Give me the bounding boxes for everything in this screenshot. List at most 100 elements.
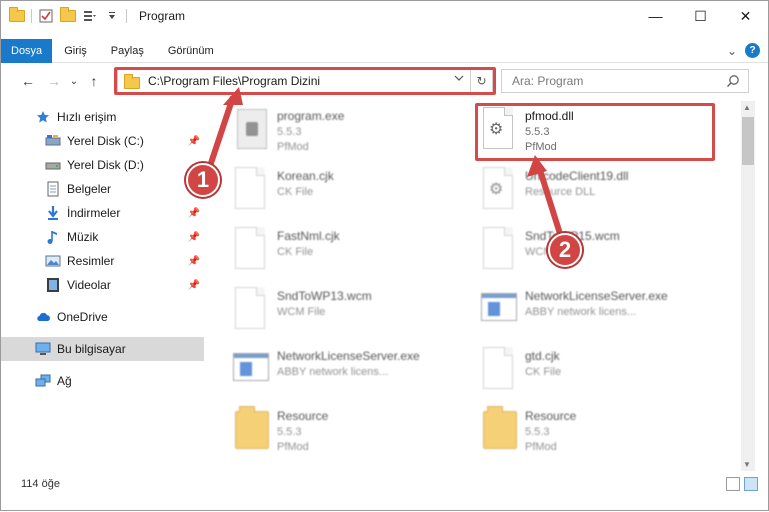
pictures-icon <box>45 253 61 269</box>
pin-icon[interactable]: 📌 <box>188 136 200 147</box>
address-highlight-box <box>114 67 496 95</box>
drive-icon <box>45 157 61 173</box>
pin-icon[interactable]: 📌 <box>188 256 200 267</box>
tab-share[interactable]: Paylaş <box>99 39 156 63</box>
file-type: WCM File <box>277 306 326 318</box>
tiles-view-icon[interactable] <box>744 477 758 491</box>
sidebar-item-this-pc[interactable]: Bu bilgisayar <box>1 337 204 361</box>
sidebar-item-videos[interactable]: Videolar 📌 <box>1 273 204 297</box>
file-version: 5.5.3 <box>277 126 302 138</box>
document-icon <box>477 345 517 395</box>
maximize-button[interactable]: ☐ <box>678 1 723 31</box>
sidebar-item-quick-access[interactable]: Hızlı erişim <box>1 105 204 129</box>
tab-home[interactable]: Giriş <box>52 39 99 63</box>
file-name: Korean.cjk <box>277 169 334 183</box>
scrollbar-thumb[interactable] <box>742 117 754 165</box>
sidebar-item-label: Belgeler <box>67 182 112 196</box>
application-icon <box>229 345 269 395</box>
list-item[interactable]: NetworkLicenseServer.exe ABBY network lic… <box>477 285 717 343</box>
scroll-up-icon[interactable]: ▲ <box>743 103 751 112</box>
customize-toolbar-icon[interactable] <box>82 8 98 24</box>
search-icon[interactable] <box>726 74 740 91</box>
sidebar-item-pictures[interactable]: Resimler 📌 <box>1 249 204 273</box>
music-icon <box>45 229 61 245</box>
file-company: PfMod <box>277 441 309 453</box>
window-title: Program <box>139 9 186 23</box>
cloud-icon <box>35 309 51 325</box>
dropdown-arrow-icon[interactable] <box>104 8 120 24</box>
file-type: CK File <box>277 186 314 198</box>
ribbon-right-controls: ⌄ ? <box>727 43 760 58</box>
expand-ribbon-icon[interactable]: ⌄ <box>727 44 737 58</box>
folder-icon[interactable] <box>9 7 25 24</box>
list-item[interactable]: Resource 5.5.3 PfMod <box>229 405 469 463</box>
sidebar-item-downloads[interactable]: İndirmeler 📌 <box>1 201 204 225</box>
sidebar-item-label: Resimler <box>67 254 115 268</box>
list-item[interactable]: program.exe 5.5.3 PfMod <box>229 105 469 163</box>
scroll-down-icon[interactable]: ▼ <box>743 460 751 469</box>
tab-file[interactable]: Dosya <box>1 38 53 63</box>
file-name: FastNml.cjk <box>277 229 340 243</box>
forward-button[interactable]: → <box>41 68 67 94</box>
sidebar-item-local-disk-c[interactable]: Yerel Disk (C:) 📌 <box>1 129 204 153</box>
file-type: CK File <box>277 246 314 258</box>
file-name: SndToWP13.wcm <box>277 289 372 303</box>
toolbar-divider <box>31 9 32 23</box>
close-button[interactable]: ✕ <box>723 1 768 31</box>
pin-icon[interactable]: 📌 <box>188 232 200 243</box>
search-input[interactable]: Ara: Program <box>501 69 749 93</box>
sidebar-item-onedrive[interactable]: OneDrive <box>1 305 204 329</box>
recent-locations-button[interactable]: ⌄ <box>67 68 81 94</box>
sidebar-item-local-disk-d[interactable]: Yerel Disk (D:) <box>1 153 204 177</box>
properties-icon[interactable] <box>38 8 54 24</box>
new-folder-icon[interactable] <box>60 7 76 24</box>
document-icon <box>229 225 269 275</box>
sidebar-item-documents[interactable]: Belgeler <box>1 177 204 201</box>
pin-icon[interactable]: 📌 <box>188 208 200 219</box>
back-button[interactable]: ← <box>15 68 41 94</box>
file-name: NetworkLicenseServer.exe <box>525 289 668 303</box>
help-icon[interactable]: ? <box>745 43 760 58</box>
file-company: PfMod <box>525 441 557 453</box>
vertical-scrollbar[interactable]: ▲ ▼ <box>741 101 755 471</box>
sidebar-item-label: Müzik <box>67 230 99 244</box>
drive-icon <box>45 133 61 149</box>
file-highlight-box <box>475 103 715 161</box>
exe-file-icon <box>229 105 269 155</box>
video-icon <box>45 277 61 293</box>
list-item[interactable]: gtd.cjk CK File <box>477 345 717 403</box>
list-item[interactable]: Resource 5.5.3 PfMod <box>477 405 717 463</box>
sidebar-item-music[interactable]: Müzik 📌 <box>1 225 204 249</box>
file-type: ABBY network licens... <box>525 306 637 318</box>
tab-view[interactable]: Görünüm <box>156 39 226 63</box>
toolbar-divider <box>126 9 127 23</box>
list-item[interactable]: Korean.cjk CK File <box>229 165 469 223</box>
network-icon <box>35 373 51 389</box>
list-item[interactable]: SndToWP15.wcmWCM File <box>477 225 717 283</box>
window-controls: — ☐ ✕ <box>633 1 768 31</box>
details-view-icon[interactable] <box>726 477 740 491</box>
folder-icon <box>477 405 517 455</box>
sidebar-item-label: Bu bilgisayar <box>57 342 126 356</box>
list-item[interactable]: SndToWP13.wcm WCM File <box>229 285 469 343</box>
folder-icon <box>229 405 269 455</box>
star-icon <box>35 109 51 125</box>
minimize-button[interactable]: — <box>633 1 678 31</box>
explorer-window: Program — ☐ ✕ Dosya Giriş Paylaş Görünüm… <box>0 0 769 511</box>
list-item[interactable]: ⚙ UnicodeClient19.dll Resource DLL <box>477 165 717 223</box>
pin-icon[interactable]: 📌 <box>188 280 200 291</box>
file-name: Resource <box>525 409 577 423</box>
ribbon-tabs: Dosya Giriş Paylaş Görünüm ⌄ ? <box>1 38 768 63</box>
list-item[interactable]: NetworkLicenseServer.exe ABBY network lic… <box>229 345 469 403</box>
sidebar-item-network[interactable]: Ağ <box>1 369 204 393</box>
file-name: NetworkLicenseServer.exe <box>277 349 420 363</box>
up-button[interactable]: ↑ <box>81 68 107 94</box>
document-icon <box>477 225 517 275</box>
list-item[interactable]: FastNml.cjk CK File <box>229 225 469 283</box>
callout-2: 2 <box>548 233 582 267</box>
view-switcher <box>726 477 758 491</box>
navigation-pane: Hızlı erişim Yerel Disk (C:) 📌 Yerel Dis… <box>1 101 206 471</box>
download-icon <box>45 205 61 221</box>
computer-icon <box>35 341 51 357</box>
sidebar-item-label: Yerel Disk (C:) <box>67 134 144 148</box>
